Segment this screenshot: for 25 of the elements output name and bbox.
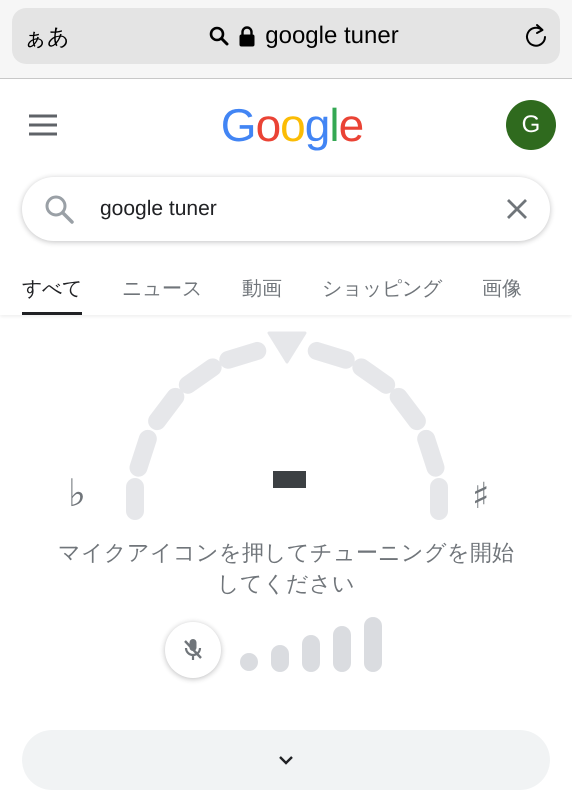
sharp-symbol: ♯ — [472, 475, 490, 519]
close-icon[interactable] — [506, 198, 528, 220]
search-icon — [44, 194, 74, 224]
category-tab[interactable]: ニュース — [122, 274, 202, 315]
category-tab[interactable]: 画像 — [482, 274, 522, 315]
chevron-down-icon — [278, 755, 294, 765]
url-text[interactable]: google tuner — [265, 18, 399, 54]
google-logo: Google — [220, 102, 364, 148]
pointer-icon — [268, 332, 306, 364]
search-icon — [209, 26, 230, 46]
flat-symbol: ♭ — [68, 470, 86, 517]
search-query[interactable]: google tuner — [100, 193, 506, 225]
text-size-button[interactable]: ぁあ — [24, 20, 94, 52]
lock-icon — [239, 26, 256, 46]
reload-icon[interactable] — [524, 23, 548, 49]
menu-icon[interactable] — [28, 114, 58, 136]
category-tab[interactable]: 動画 — [242, 274, 282, 315]
microphone-button[interactable] — [165, 622, 221, 678]
category-tab[interactable]: すべて — [22, 274, 82, 315]
note-indicator — [273, 471, 306, 488]
category-tab[interactable]: ショッピング — [322, 274, 442, 315]
instruction-text: マイクアイコンを押してチューニングを開始してください — [57, 539, 515, 598]
account-avatar[interactable]: G — [506, 100, 556, 150]
search-field[interactable]: google tuner — [22, 177, 550, 241]
address-bar[interactable]: ぁあ google tuner — [12, 8, 560, 64]
